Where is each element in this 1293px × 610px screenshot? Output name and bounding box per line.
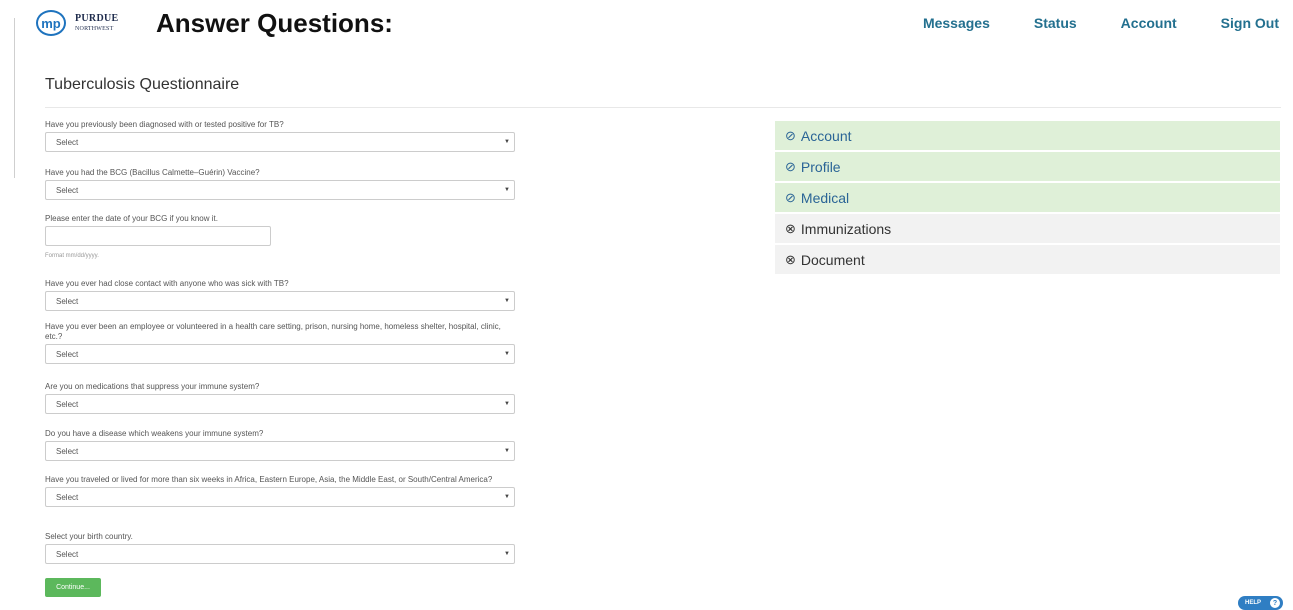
birth-country-select[interactable]: Select ▼ xyxy=(45,544,515,564)
tb-questionnaire-form: Have you previously been diagnosed with … xyxy=(45,120,515,564)
question-group: Have you ever had close contact with any… xyxy=(45,279,515,322)
check-circle-icon: ⊘ xyxy=(785,127,796,143)
nav-account-link[interactable]: Account xyxy=(1121,15,1177,31)
step-profile[interactable]: ⊘ Profile xyxy=(775,152,1280,181)
caret-down-icon: ▼ xyxy=(504,448,510,454)
step-label: Profile xyxy=(800,158,841,175)
bcg-vaccine-select[interactable]: Select ▼ xyxy=(45,180,515,200)
nav-messages-link[interactable]: Messages xyxy=(923,15,990,31)
x-circle-icon: ⊗ xyxy=(785,251,796,267)
step-account[interactable]: ⊘ Account xyxy=(775,121,1280,150)
select-value: Select xyxy=(56,550,79,559)
select-value: Select xyxy=(56,350,79,359)
bcg-date-input[interactable] xyxy=(45,226,271,246)
caret-down-icon: ▼ xyxy=(504,139,510,145)
step-medical[interactable]: ⊘ Medical xyxy=(775,183,1280,212)
left-divider xyxy=(14,18,15,178)
question-label: Please enter the date of your BCG if you… xyxy=(45,214,218,223)
question-group: Have you previously been diagnosed with … xyxy=(45,120,515,168)
help-button[interactable]: HELP ? xyxy=(1238,596,1283,610)
caret-down-icon: ▼ xyxy=(504,401,510,407)
step-document[interactable]: ⊗ Document xyxy=(775,245,1280,274)
question-label: Are you on medications that suppress you… xyxy=(45,382,260,391)
select-value: Select xyxy=(56,400,79,409)
caret-down-icon: ▼ xyxy=(504,551,510,557)
step-label: Document xyxy=(800,251,865,268)
caret-down-icon: ▼ xyxy=(504,351,510,357)
tb-close-contact-select[interactable]: Select ▼ xyxy=(45,291,515,311)
logo-wordmark: Purdue Northwest xyxy=(75,13,119,33)
nav-status-link[interactable]: Status xyxy=(1034,15,1077,31)
date-format-hint: Format mm/dd/yyyy. xyxy=(45,253,99,259)
check-circle-icon: ⊘ xyxy=(785,158,796,174)
question-label: Do you have a disease which weakens your… xyxy=(45,429,264,438)
pnw-logo[interactable]: mp Purdue Northwest xyxy=(36,10,118,36)
question-group: Do you have a disease which weakens your… xyxy=(45,429,515,475)
step-immunizations[interactable]: ⊗ Immunizations xyxy=(775,214,1280,243)
question-label: Select your birth country. xyxy=(45,532,133,541)
question-label: Have you ever had close contact with any… xyxy=(45,279,289,288)
select-value: Select xyxy=(56,138,79,147)
question-mark-icon: ? xyxy=(1270,598,1280,608)
top-nav: Messages Status Account Sign Out xyxy=(879,15,1279,31)
caret-down-icon: ▼ xyxy=(504,187,510,193)
caret-down-icon: ▼ xyxy=(504,494,510,500)
step-label: Immunizations xyxy=(800,220,892,237)
travel-select[interactable]: Select ▼ xyxy=(45,487,515,507)
immune-medication-select[interactable]: Select ▼ xyxy=(45,394,515,414)
check-circle-icon: ⊘ xyxy=(785,189,796,205)
nav-sign-out-link[interactable]: Sign Out xyxy=(1221,15,1279,31)
step-label: Medical xyxy=(800,189,850,206)
logo-mark-icon: mp xyxy=(36,10,66,36)
question-label: Have you ever been an employee or volunt… xyxy=(45,322,501,341)
tb-diagnosed-select[interactable]: Select ▼ xyxy=(45,132,515,152)
question-group: Have you traveled or lived for more than… xyxy=(45,475,515,532)
banner-title: Answer Questions: xyxy=(156,8,393,38)
step-label: Account xyxy=(800,127,852,144)
health-care-setting-select[interactable]: Select ▼ xyxy=(45,344,515,364)
caret-down-icon: ▼ xyxy=(504,298,510,304)
title-divider xyxy=(45,107,1281,108)
help-label: HELP xyxy=(1245,600,1262,606)
question-group: Select your birth country. Select ▼ xyxy=(45,532,515,564)
question-group: Please enter the date of your BCG if you… xyxy=(45,214,515,279)
continue-button[interactable]: Continue... xyxy=(45,578,101,597)
logo-line-2: Northwest xyxy=(75,26,114,32)
progress-steps: ⊘ Account ⊘ Profile ⊘ Medical ⊗ Immuniza… xyxy=(775,121,1280,276)
question-group: Have you had the BCG (Bacillus Calmette–… xyxy=(45,168,515,214)
x-circle-icon: ⊗ xyxy=(785,220,796,236)
question-label: Have you traveled or lived for more than… xyxy=(45,475,493,484)
select-value: Select xyxy=(56,186,79,195)
select-value: Select xyxy=(56,297,79,306)
question-group: Have you ever been an employee or volunt… xyxy=(45,322,515,382)
select-value: Select xyxy=(56,447,79,456)
question-label: Have you previously been diagnosed with … xyxy=(45,120,284,129)
immune-disease-select[interactable]: Select ▼ xyxy=(45,441,515,461)
page-title: Tuberculosis Questionnaire xyxy=(45,76,240,93)
question-label: Have you had the BCG (Bacillus Calmette–… xyxy=(45,168,260,177)
select-value: Select xyxy=(56,493,79,502)
question-group: Are you on medications that suppress you… xyxy=(45,382,515,429)
logo-line-1: Purdue xyxy=(75,13,119,24)
